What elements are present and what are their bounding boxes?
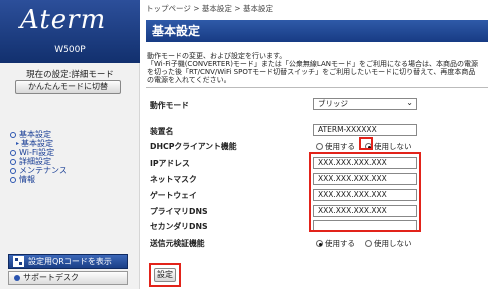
sidebar-item-label: Wi-Fi設定	[19, 148, 55, 157]
support-button-label: サポートデスク	[23, 273, 79, 282]
show-qr-code-button[interactable]: 設定用QRコードを表示	[8, 254, 128, 269]
sidebar-item-label: 情報	[19, 175, 35, 184]
divider	[146, 87, 488, 88]
page-description: 動作モードの変更、および設定を行います。 「Wi-Fi子機(CONVERTER)…	[147, 52, 489, 84]
sidebar-item-info[interactable]: 情報	[10, 175, 67, 184]
sidebar-item-basic-settings[interactable]: 基本設定	[10, 130, 67, 139]
support-icon	[14, 275, 20, 281]
simple-mode-button[interactable]: かんたんモードに切替	[15, 80, 121, 94]
highlight-box-dhcp-radio	[359, 137, 373, 150]
radio-label: 使用する	[325, 142, 355, 151]
operation-mode-value: ブリッジ	[318, 99, 348, 108]
operation-mode-select[interactable]: ブリッジ ⌄	[313, 98, 417, 110]
circle-icon	[10, 131, 16, 138]
device-name-input[interactable]: ATERM-XXXXXX	[313, 124, 417, 136]
sidebar-item-wifi-settings[interactable]: Wi-Fi設定	[10, 148, 67, 157]
sender-check-label: 送信元検証機能	[150, 239, 205, 248]
sidebar-item-maintenance[interactable]: メンテナンス	[10, 166, 67, 175]
current-mode-label: 現在の設定:詳細モード	[26, 70, 114, 80]
radio-button-icon	[365, 240, 372, 247]
support-desk-button[interactable]: サポートデスク	[8, 271, 128, 285]
ip-address-label: IPアドレス	[150, 159, 190, 168]
description-line: 動作モードの変更、および設定を行います。	[147, 52, 287, 60]
breadcrumb[interactable]: トップページ > 基本設定 > 基本設定	[146, 3, 273, 14]
operation-mode-label: 動作モード	[150, 101, 189, 110]
radio-button-icon	[316, 143, 323, 150]
sidebar-item-label: メンテナンス	[19, 166, 67, 175]
aterm-logo: Aterm	[20, 5, 107, 35]
radio-label: 使用しない	[374, 239, 412, 248]
dhcp-client-label: DHCPクライアント機能	[150, 142, 237, 151]
netmask-label: ネットマスク	[150, 175, 197, 184]
circle-icon	[10, 176, 16, 183]
secondary-dns-label: セカンダリDNS	[150, 222, 208, 231]
description-line: の電源を入れてください。	[147, 76, 231, 84]
radio-button-icon	[316, 240, 323, 247]
radio-label: 使用する	[325, 239, 355, 248]
page-title: 基本設定	[146, 20, 488, 42]
chevron-down-icon: ⌄	[406, 98, 413, 107]
highlight-box-set-button	[149, 263, 181, 287]
description-line: を切った後「RT/CNV/WiFi SPOTモード切替スイッチ」をご利用したいモ…	[147, 68, 476, 76]
primary-dns-label: プライマリDNS	[150, 207, 208, 216]
circle-icon	[10, 158, 16, 165]
dhcp-client-use-radio[interactable]: 使用する	[316, 141, 355, 152]
sidebar-nav: 基本設定 ▸ 基本設定 Wi-Fi設定 詳細設定 メンテナンス 情報	[10, 130, 67, 184]
circle-icon	[10, 149, 16, 156]
circle-icon	[10, 167, 16, 174]
sidebar-item-label: 基本設定	[21, 139, 54, 148]
brand-header: Aterm W500P	[0, 0, 140, 63]
gateway-label: ゲートウェイ	[150, 191, 197, 200]
qr-code-icon	[13, 256, 24, 267]
sidebar-item-label: 基本設定	[19, 130, 51, 139]
sidebar-item-advanced-settings[interactable]: 詳細設定	[10, 157, 67, 166]
qr-button-label: 設定用QRコードを表示	[28, 257, 112, 266]
triangle-right-icon: ▸	[16, 140, 20, 147]
highlight-box-ip-fields	[309, 152, 421, 232]
sender-check-use-radio[interactable]: 使用する	[316, 238, 355, 249]
sidebar-subitem-basic-settings[interactable]: ▸ 基本設定	[10, 139, 67, 148]
sender-check-not-use-radio[interactable]: 使用しない	[365, 238, 412, 249]
description-line: 「Wi-Fi子機(CONVERTER)モード」または「公衆無線LANモード」をご…	[147, 60, 479, 68]
sidebar: Aterm W500P 現在の設定:詳細モード かんたんモードに切替 基本設定 …	[0, 0, 140, 289]
model-name: W500P	[54, 45, 86, 55]
radio-label: 使用しない	[374, 142, 412, 151]
device-name-label: 装置名	[150, 127, 174, 136]
sidebar-item-label: 詳細設定	[19, 157, 51, 166]
